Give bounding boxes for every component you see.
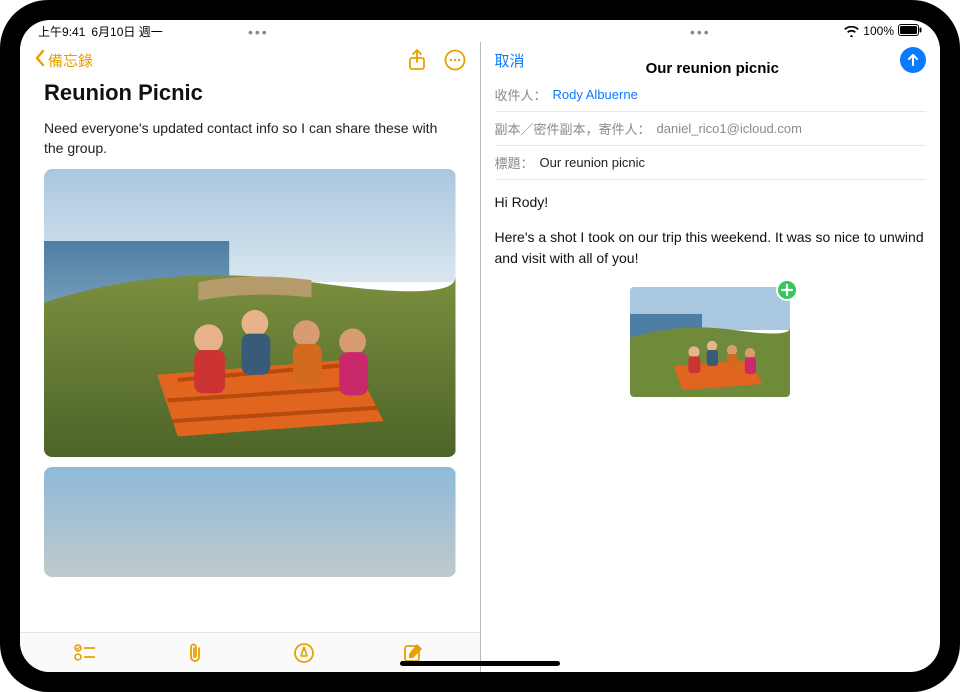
- multitask-dots-left[interactable]: •••: [248, 24, 269, 40]
- mail-nav-bar: 取消 Our reunion picnic: [481, 42, 941, 78]
- note-content[interactable]: Reunion Picnic Need everyone's updated c…: [20, 78, 480, 632]
- ccbcc-label: 副本／密件副本，寄件人：: [495, 119, 651, 138]
- mail-body[interactable]: Hi Rody! Here's a shot I took on our tri…: [481, 180, 941, 409]
- subject-label: 標題：: [495, 153, 534, 172]
- mail-attachment[interactable]: [630, 287, 790, 397]
- mail-fields: 收件人： Rody Albuerne 副本／密件副本，寄件人： daniel_r…: [481, 78, 941, 180]
- battery-icon: [898, 24, 922, 39]
- status-bar: 上午9:41 6月10日 週一 ••• ••• 100%: [20, 20, 940, 42]
- notes-toolbar: [20, 632, 480, 672]
- split-view: 備忘錄 Reunion Picnic Need everyone's updat…: [20, 42, 940, 672]
- back-label: 備忘錄: [48, 50, 93, 71]
- ipad-frame: 上午9:41 6月10日 週一 ••• ••• 100%: [0, 0, 960, 692]
- to-label: 收件人：: [495, 85, 547, 104]
- chevron-left-icon: [34, 49, 46, 71]
- back-button[interactable]: 備忘錄: [34, 49, 93, 71]
- mail-body-line2: Here's a shot I took on our trip this we…: [495, 227, 927, 269]
- status-time: 上午9:41: [38, 23, 85, 40]
- note-photo-1[interactable]: [44, 169, 456, 457]
- mail-pane: 取消 Our reunion picnic 收件人： Rody Albuerne…: [481, 42, 941, 672]
- note-title: Reunion Picnic: [44, 80, 456, 106]
- markup-button[interactable]: [293, 642, 315, 664]
- status-date: 6月10日 週一: [91, 23, 162, 40]
- more-button[interactable]: [444, 49, 466, 71]
- from-value: daniel_rico1@icloud.com: [657, 121, 802, 136]
- checklist-button[interactable]: [74, 644, 96, 662]
- cancel-button[interactable]: 取消: [495, 50, 525, 71]
- ccbcc-from-field[interactable]: 副本／密件副本，寄件人： daniel_rico1@icloud.com: [495, 112, 927, 146]
- share-button[interactable]: [408, 49, 426, 71]
- notes-pane: 備忘錄 Reunion Picnic Need everyone's updat…: [20, 42, 480, 672]
- send-button[interactable]: [900, 47, 926, 73]
- multitask-dots-right[interactable]: •••: [690, 24, 711, 40]
- home-indicator[interactable]: [400, 661, 560, 666]
- mail-header-title: Our reunion picnic: [646, 60, 779, 77]
- add-attachment-badge[interactable]: [776, 279, 798, 301]
- mail-body-line1: Hi Rody!: [495, 192, 927, 213]
- subject-field[interactable]: 標題： Our reunion picnic: [495, 146, 927, 180]
- to-field[interactable]: 收件人： Rody Albuerne: [495, 78, 927, 112]
- wifi-icon: [844, 26, 859, 37]
- notes-nav-bar: 備忘錄: [20, 42, 480, 78]
- note-photo-2[interactable]: [44, 467, 456, 577]
- battery-percent: 100%: [863, 24, 894, 38]
- screen: 上午9:41 6月10日 週一 ••• ••• 100%: [20, 20, 940, 672]
- note-body-text: Need everyone's updated contact info so …: [44, 118, 456, 159]
- subject-value: Our reunion picnic: [540, 155, 646, 170]
- to-value: Rody Albuerne: [553, 87, 638, 102]
- attach-button[interactable]: [185, 642, 205, 664]
